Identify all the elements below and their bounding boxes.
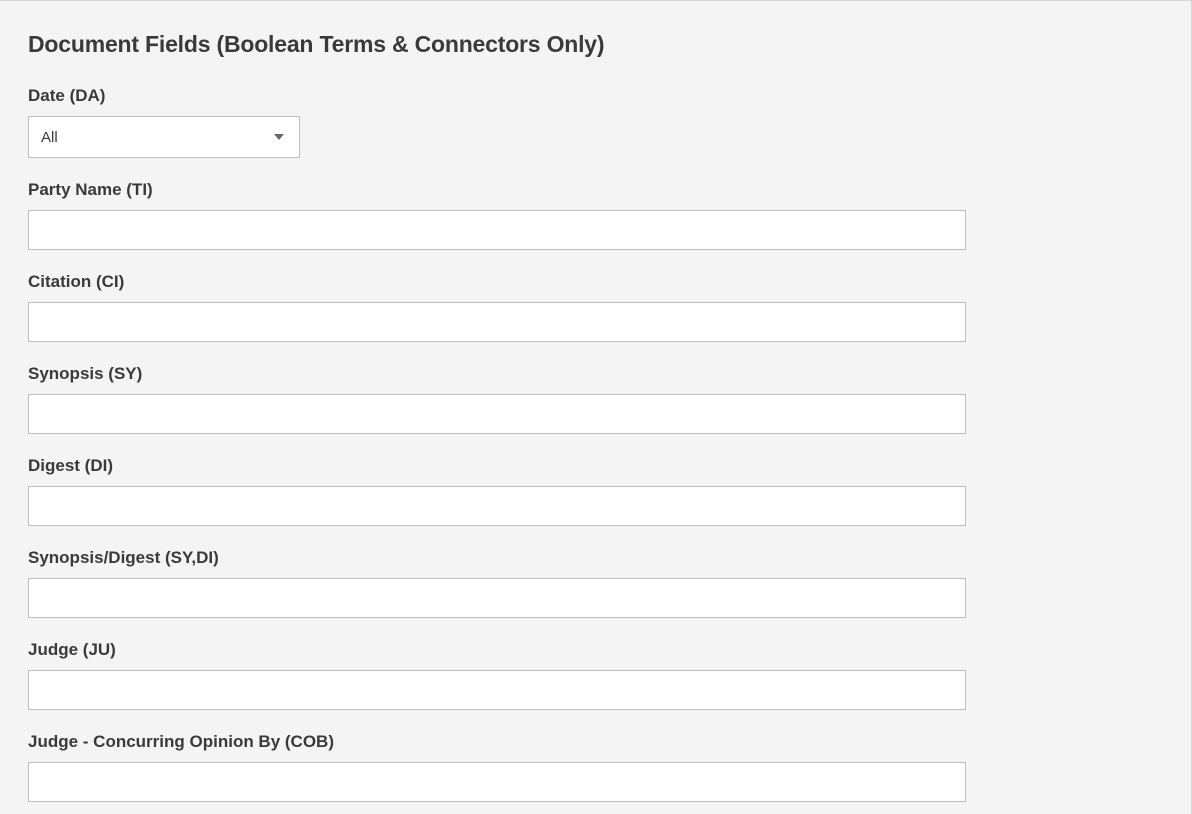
- field-judge-cob: Judge - Concurring Opinion By (COB): [28, 732, 1163, 802]
- field-citation: Citation (CI): [28, 272, 1163, 342]
- judge-input[interactable]: [28, 670, 966, 710]
- field-synopsis-digest: Synopsis/Digest (SY,DI): [28, 548, 1163, 618]
- judge-label: Judge (JU): [28, 640, 1163, 660]
- judge-cob-label: Judge - Concurring Opinion By (COB): [28, 732, 1163, 752]
- document-fields-panel: Document Fields (Boolean Terms & Connect…: [0, 0, 1192, 814]
- date-select-wrap: All: [28, 116, 300, 158]
- field-date: Date (DA) All: [28, 86, 1163, 158]
- party-name-input[interactable]: [28, 210, 966, 250]
- date-select[interactable]: All: [28, 116, 300, 158]
- digest-input[interactable]: [28, 486, 966, 526]
- synopsis-digest-label: Synopsis/Digest (SY,DI): [28, 548, 1163, 568]
- citation-label: Citation (CI): [28, 272, 1163, 292]
- field-digest: Digest (DI): [28, 456, 1163, 526]
- field-synopsis: Synopsis (SY): [28, 364, 1163, 434]
- section-heading: Document Fields (Boolean Terms & Connect…: [28, 31, 1163, 58]
- field-party-name: Party Name (TI): [28, 180, 1163, 250]
- date-label: Date (DA): [28, 86, 1163, 106]
- party-name-label: Party Name (TI): [28, 180, 1163, 200]
- digest-label: Digest (DI): [28, 456, 1163, 476]
- synopsis-label: Synopsis (SY): [28, 364, 1163, 384]
- synopsis-digest-input[interactable]: [28, 578, 966, 618]
- field-judge: Judge (JU): [28, 640, 1163, 710]
- synopsis-input[interactable]: [28, 394, 966, 434]
- judge-cob-input[interactable]: [28, 762, 966, 802]
- citation-input[interactable]: [28, 302, 966, 342]
